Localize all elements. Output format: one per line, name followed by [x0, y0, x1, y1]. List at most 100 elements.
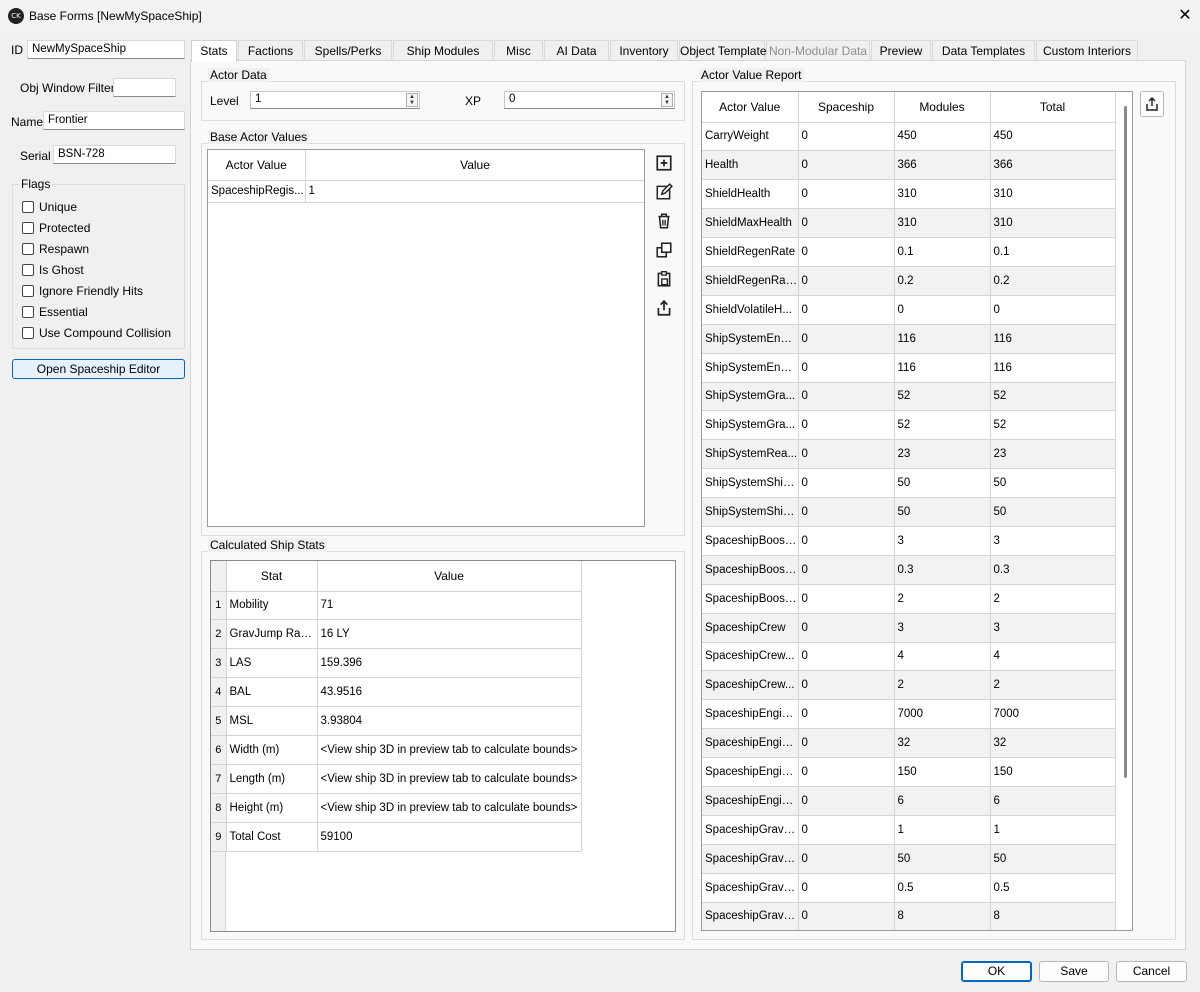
- spin-down-icon[interactable]: ▼: [662, 100, 672, 106]
- cell-modules[interactable]: 23: [894, 439, 991, 470]
- cell-spaceship[interactable]: 0: [798, 497, 895, 527]
- tab-preview[interactable]: Preview: [871, 40, 931, 61]
- table-row[interactable]: ShieldRegenRat... 0 0.2 0.2: [702, 266, 1116, 296]
- cell-actor-value[interactable]: SpaceshipBoost...: [702, 584, 799, 614]
- cell-modules[interactable]: 52: [894, 382, 991, 412]
- cell-actor-value[interactable]: SpaceshipBoost...: [702, 526, 799, 556]
- cell-stat[interactable]: LAS: [226, 648, 318, 679]
- cell-modules[interactable]: 116: [894, 324, 991, 354]
- cell-modules[interactable]: 50: [894, 468, 991, 499]
- cell-total[interactable]: 0: [990, 295, 1116, 325]
- tab-custom-interiors[interactable]: Custom Interiors: [1036, 40, 1138, 61]
- cell-value[interactable]: <View ship 3D in preview tab to calculat…: [317, 793, 582, 823]
- cell-actor-value[interactable]: ShieldHealth: [702, 179, 799, 210]
- cell-spaceship[interactable]: 0: [798, 382, 895, 412]
- cell-spaceship[interactable]: 0: [798, 468, 895, 499]
- duplicate-button[interactable]: [653, 238, 675, 262]
- cell-actor-value[interactable]: SpaceshipEngin...: [702, 728, 799, 759]
- cell-actor-value[interactable]: SpaceshipEngin...: [702, 757, 799, 787]
- tab-misc[interactable]: Misc: [494, 40, 543, 61]
- cell-actor-value[interactable]: SpaceshipBoost...: [702, 555, 799, 585]
- cell-spaceship[interactable]: 0: [798, 613, 895, 643]
- cell-modules[interactable]: 3: [894, 613, 991, 643]
- table-row[interactable]: ShipSystemGra... 0 52 52: [702, 410, 1116, 441]
- column-header-value[interactable]: Value: [305, 150, 644, 181]
- flag-checkbox[interactable]: Protected: [22, 219, 90, 237]
- cell-total[interactable]: 50: [990, 497, 1116, 527]
- table-row[interactable]: ShieldHealth 0 310 310: [702, 179, 1116, 210]
- table-row[interactable]: SpaceshipEngin... 0 32 32: [702, 728, 1116, 759]
- obj-window-filter-field[interactable]: [113, 78, 176, 97]
- column-header-modules[interactable]: Modules: [894, 92, 991, 123]
- cell-stat[interactable]: MSL: [226, 706, 318, 736]
- cell-spaceship[interactable]: 0: [798, 324, 895, 354]
- cell-modules[interactable]: 0.2: [894, 266, 991, 296]
- cell-modules[interactable]: 1: [894, 815, 991, 845]
- report-scrollbar[interactable]: [1116, 92, 1132, 930]
- cell-modules[interactable]: 450: [894, 122, 991, 152]
- paste-button[interactable]: [653, 267, 675, 291]
- name-field[interactable]: Frontier: [43, 111, 185, 130]
- cell-modules[interactable]: 6: [894, 786, 991, 816]
- cell-modules[interactable]: 116: [894, 353, 991, 383]
- tab-ship-modules[interactable]: Ship Modules: [393, 40, 493, 61]
- cell-actor-value[interactable]: ShieldRegenRat...: [702, 266, 799, 296]
- cell-value[interactable]: 16 LY: [317, 619, 582, 650]
- table-row[interactable]: 6 Width (m) <View ship 3D in preview tab t…: [211, 735, 582, 765]
- export-button[interactable]: [653, 296, 675, 320]
- column-header-total[interactable]: Total: [990, 92, 1116, 123]
- cell-actor-value[interactable]: ShipSystemShie...: [702, 497, 799, 527]
- cell-total[interactable]: 23: [990, 439, 1116, 470]
- cell-spaceship[interactable]: 0: [798, 786, 895, 816]
- table-row[interactable]: SpaceshipEngin... 0 150 150: [702, 757, 1116, 787]
- column-header-actor-value[interactable]: Actor Value: [702, 92, 799, 123]
- flag-checkbox[interactable]: Ignore Friendly Hits: [22, 282, 143, 300]
- tab-inventory[interactable]: Inventory: [610, 40, 678, 61]
- cell-spaceship[interactable]: 0: [798, 902, 895, 930]
- cell-actor-value[interactable]: SpaceshipCrew...: [702, 642, 799, 672]
- cell-actor-value[interactable]: Health: [702, 150, 799, 181]
- cell-actor-value[interactable]: SpaceshipGravJ...: [702, 815, 799, 845]
- cell-actor-value[interactable]: SpaceshipGravJ...: [702, 844, 799, 874]
- cell-actor-value[interactable]: SpaceshipEngin...: [702, 786, 799, 816]
- cell-total[interactable]: 50: [990, 468, 1116, 499]
- table-row[interactable]: SpaceshipCrew... 0 2 2: [702, 670, 1116, 701]
- table-row[interactable]: SpaceshipGravJ... 0 1 1: [702, 815, 1116, 845]
- cell-spaceship[interactable]: 0: [798, 295, 895, 325]
- spin-down-icon[interactable]: ▼: [407, 100, 417, 106]
- column-header-stat[interactable]: Stat: [226, 561, 318, 592]
- checkbox-icon[interactable]: [22, 243, 34, 255]
- cell-total[interactable]: 52: [990, 410, 1116, 441]
- cell-value[interactable]: <View ship 3D in preview tab to calculat…: [317, 764, 582, 794]
- cell-spaceship[interactable]: 0: [798, 844, 895, 874]
- table-row[interactable]: ShieldRegenRate 0 0.1 0.1: [702, 237, 1116, 267]
- cell-total[interactable]: 366: [990, 150, 1116, 181]
- cell-spaceship[interactable]: 0: [798, 873, 895, 903]
- cell-spaceship[interactable]: 0: [798, 150, 895, 181]
- cell-stat[interactable]: Width (m): [226, 735, 318, 765]
- flag-checkbox[interactable]: Essential: [22, 303, 88, 321]
- cell-modules[interactable]: 52: [894, 410, 991, 441]
- checkbox-icon[interactable]: [22, 222, 34, 234]
- cell-total[interactable]: 6: [990, 786, 1116, 816]
- cell-modules[interactable]: 310: [894, 208, 991, 239]
- flag-checkbox[interactable]: Use Compound Collision: [22, 324, 171, 342]
- cell-total[interactable]: 310: [990, 179, 1116, 210]
- cell-spaceship[interactable]: 0: [798, 757, 895, 787]
- cell-total[interactable]: 3: [990, 526, 1116, 556]
- cell-spaceship[interactable]: 0: [798, 122, 895, 152]
- cell-total[interactable]: 116: [990, 324, 1116, 354]
- ok-button[interactable]: OK: [961, 961, 1032, 982]
- edit-button[interactable]: [653, 180, 675, 204]
- checkbox-icon[interactable]: [22, 201, 34, 213]
- table-row[interactable]: SpaceshipGravJ... 0 50 50: [702, 844, 1116, 874]
- cell-value[interactable]: 71: [317, 591, 582, 621]
- cell-spaceship[interactable]: 0: [798, 179, 895, 210]
- close-icon[interactable]: ✕: [1176, 5, 1194, 25]
- cell-total[interactable]: 7000: [990, 699, 1116, 730]
- cell-actor-value[interactable]: CarryWeight: [702, 122, 799, 152]
- cell-value[interactable]: <View ship 3D in preview tab to calculat…: [317, 735, 582, 765]
- tab-spells-perks[interactable]: Spells/Perks: [304, 40, 392, 61]
- cell-actor-value[interactable]: ShieldVolatileH...: [702, 295, 799, 325]
- cell-spaceship[interactable]: 0: [798, 699, 895, 730]
